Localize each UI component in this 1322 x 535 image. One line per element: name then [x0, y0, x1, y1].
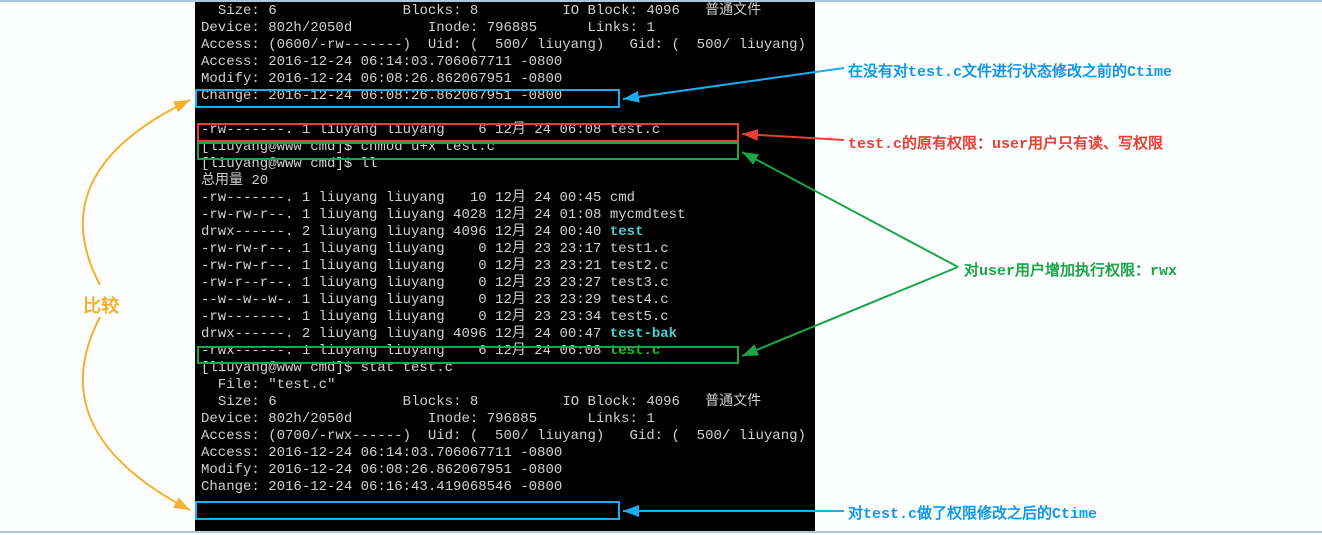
annot-rwx: 对user用户增加执行权限：rwx [964, 259, 1177, 280]
prompt-chmod: [liuyang@www cmd]$ chmod u+x test.c [201, 139, 495, 155]
total-line: 总用量 20 [201, 173, 268, 189]
stat1-ctime: Change: 2016-12-24 06:08:26.862067951 -0… [201, 88, 562, 104]
curve-orange-down [83, 317, 190, 510]
ll-rows: -rw-------. 1 liuyang liuyang 10 12月 24 … [201, 190, 685, 359]
stat1-mtime: Modify: 2016-12-24 06:08:26.862067951 -0… [201, 71, 562, 87]
stat2-file: File: "test.c" [201, 377, 335, 393]
stat2-accessperm: Access: (0700/-rwx------) Uid: ( 500/ li… [201, 428, 806, 444]
stat1-accessperm: Access: (0600/-rw-------) Uid: ( 500/ li… [201, 37, 806, 53]
stat1-atime: Access: 2016-12-24 06:14:03.706067711 -0… [201, 54, 562, 70]
stat2-atime: Access: 2016-12-24 06:14:03.706067711 -0… [201, 445, 562, 461]
curve-orange-up [83, 100, 190, 285]
annot-ctime-before: 在没有对test.c文件进行状态修改之前的Ctime [848, 60, 1172, 81]
stat1-line2: Device: 802h/2050d Inode: 796885 Links: … [201, 20, 655, 36]
annot-old-perm: test.c的原有权限：user用户只有读、写权限 [848, 132, 1163, 153]
stat2-ctime: Change: 2016-12-24 06:16:43.419068546 -0… [201, 479, 562, 495]
prompt-stat: [liuyang@www cmd]$ stat test.c [201, 360, 453, 376]
stat2-line1: Size: 6 Blocks: 8 IO Block: 4096 普通文件 [201, 394, 761, 410]
stat2-line2: Device: 802h/2050d Inode: 796885 Links: … [201, 411, 655, 427]
stat2-mtime: Modify: 2016-12-24 06:08:26.862067951 -0… [201, 462, 562, 478]
annot-ctime-after: 对test.c做了权限修改之后的Ctime [848, 502, 1097, 523]
stat1-line1: Size: 6 Blocks: 8 IO Block: 4096 普通文件 [201, 3, 761, 19]
prompt-ll: [liuyang@www cmd]$ ll [201, 156, 377, 172]
terminal[interactable]: Size: 6 Blocks: 8 IO Block: 4096 普通文件 De… [195, 2, 815, 531]
ls-before: -rw-------. 1 liuyang liuyang 6 12月 24 0… [201, 122, 660, 138]
annot-compare: 比较 [83, 292, 119, 318]
